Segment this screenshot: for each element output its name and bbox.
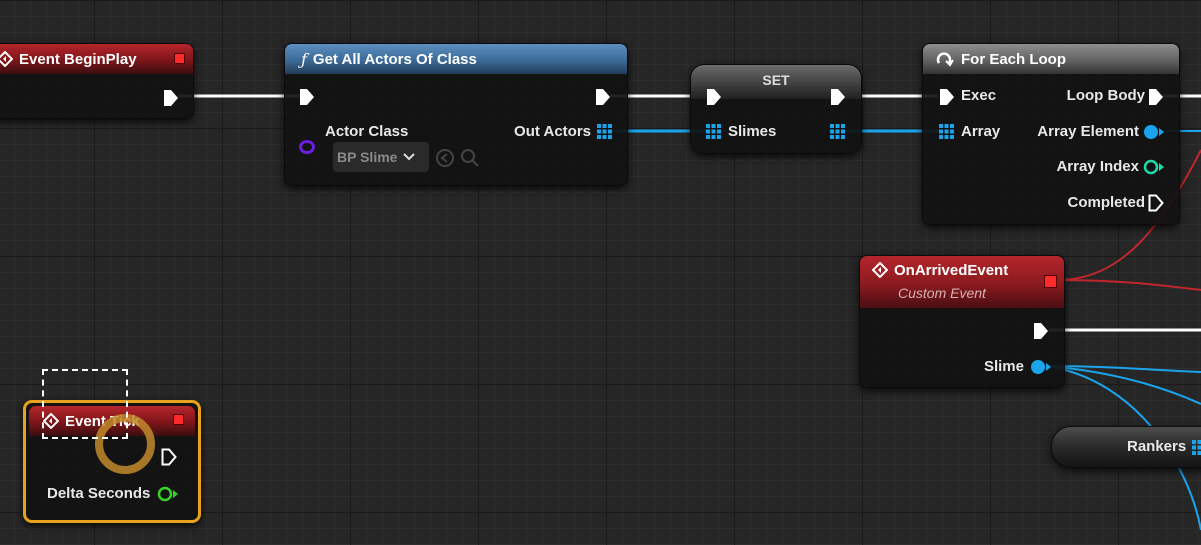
for-each-loop-node[interactable]: For Each Loop Exec Loop Body Array Array…: [922, 43, 1180, 225]
object-wire: [1045, 365, 1201, 373]
on-arrived-event-node[interactable]: OnArrivedEvent Custom Event Slime: [859, 255, 1065, 388]
loop-body-label: Loop Body: [1066, 87, 1145, 104]
slimes-label: Slimes: [728, 123, 777, 140]
node-title: Get All Actors Of Class: [312, 50, 477, 68]
node-title: For Each Loop: [961, 50, 1066, 68]
node-title: Event BeginPlay: [19, 50, 137, 68]
exec-out-pin[interactable]: [163, 89, 179, 107]
delegate-pin[interactable]: [173, 414, 184, 425]
array-index-label: Array Index: [1056, 158, 1139, 175]
exec-out-pin[interactable]: [1033, 322, 1049, 340]
slime-label: Slime: [983, 358, 1024, 375]
class-value: BP Slime: [337, 149, 398, 165]
out-actors-label: Out Actors: [514, 123, 591, 140]
node-title: OnArrivedEvent: [894, 262, 1009, 279]
out-actors-pin[interactable]: [597, 124, 612, 139]
slimes-out-pin[interactable]: [830, 124, 845, 139]
array-element-pin[interactable]: [1143, 124, 1165, 140]
event-diamond-icon: [0, 51, 13, 67]
exec-out-pin[interactable]: [161, 448, 177, 466]
delegate-wire: [1057, 279, 1201, 291]
completed-label: Completed: [1067, 194, 1145, 211]
actor-class-label: Actor Class: [325, 123, 409, 140]
exec-in-pin[interactable]: [939, 88, 955, 106]
selection-marquee: [42, 369, 128, 439]
exec-out-pin[interactable]: [830, 88, 846, 106]
array-label: Array: [961, 123, 1001, 140]
delta-seconds-label: Delta Seconds: [47, 485, 151, 502]
function-f-icon: ƒ: [301, 49, 307, 69]
chevron-down-icon: [403, 153, 416, 161]
node-header: Event BeginPlay: [0, 44, 193, 74]
node-subtitle: Custom Event: [898, 285, 986, 301]
rankers-out-pin[interactable]: [1192, 440, 1201, 455]
exec-in-pin[interactable]: [706, 88, 722, 106]
class-dropdown[interactable]: BP Slime: [333, 142, 429, 172]
delegate-pin[interactable]: [1044, 275, 1057, 288]
array-element-label: Array Element: [1037, 123, 1139, 140]
set-variable-node[interactable]: SET Slimes: [690, 64, 862, 154]
completed-pin[interactable]: [1148, 194, 1164, 212]
node-header: For Each Loop: [923, 44, 1179, 74]
class-pin[interactable]: [299, 140, 315, 154]
exec-in-pin[interactable]: [299, 88, 315, 106]
slimes-in-pin[interactable]: [706, 124, 721, 139]
event-diamond-icon: [872, 262, 888, 278]
delegate-pin[interactable]: [174, 53, 185, 64]
delta-seconds-pin[interactable]: [157, 486, 179, 502]
exec-out-pin[interactable]: [595, 88, 611, 106]
node-title: SET: [762, 72, 790, 88]
rankers-label: Rankers: [1127, 438, 1187, 455]
browse-magnifier-icon[interactable]: [459, 147, 481, 169]
array-in-pin[interactable]: [939, 124, 954, 139]
loop-icon: [936, 52, 954, 67]
loop-body-pin[interactable]: [1148, 88, 1164, 106]
rankers-variable-node[interactable]: Rankers: [1051, 426, 1201, 468]
use-selected-arrow-icon[interactable]: [435, 148, 455, 168]
node-header: ƒ Get All Actors Of Class: [285, 44, 627, 74]
object-wire: [1045, 365, 1201, 405]
exec-label: Exec: [961, 87, 997, 104]
slime-out-pin[interactable]: [1030, 359, 1052, 375]
array-index-pin[interactable]: [1143, 159, 1165, 175]
get-all-actors-node[interactable]: ƒ Get All Actors Of Class Actor Class BP…: [284, 43, 628, 186]
event-beginplay-node[interactable]: Event BeginPlay: [0, 43, 194, 119]
